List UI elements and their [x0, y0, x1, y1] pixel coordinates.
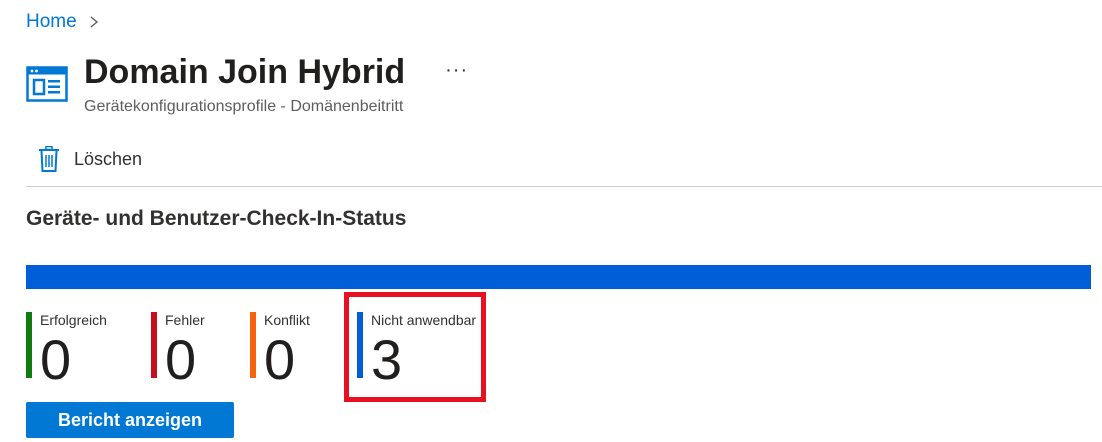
- page-subtitle: Gerätekonfigurationsprofile - Domänenbei…: [84, 98, 404, 115]
- stat-color-line: [250, 312, 256, 378]
- stat-value: 0: [40, 328, 72, 391]
- more-options-button[interactable]: ···: [445, 60, 468, 80]
- page-title: Domain Join Hybrid: [84, 53, 406, 91]
- stat-color-line: [151, 312, 157, 378]
- highlight-box: [344, 292, 486, 402]
- view-report-button[interactable]: Bericht anzeigen: [26, 402, 234, 438]
- stat-color-line: [26, 312, 32, 378]
- profile-window-icon: [26, 66, 68, 102]
- breadcrumb-home-link[interactable]: Home: [26, 11, 77, 33]
- checkin-status-bar: [26, 265, 1091, 289]
- stat-value: 0: [165, 328, 197, 391]
- breadcrumb: Home: [26, 11, 101, 33]
- section-title: Geräte- und Benutzer-Check-In-Status: [26, 207, 407, 230]
- delete-label: Löschen: [74, 148, 143, 169]
- trash-icon: [39, 146, 59, 172]
- page-header: Domain Join Hybrid ··· Gerätekonfigurati…: [26, 50, 468, 116]
- stat-label: Fehler: [165, 312, 205, 328]
- toolbar-divider: [26, 186, 1102, 187]
- delete-button[interactable]: Löschen: [38, 146, 142, 172]
- stat-label: Erfolgreich: [40, 312, 107, 328]
- stat-label: Konflikt: [264, 312, 310, 328]
- stat-value: 0: [264, 328, 296, 391]
- chevron-right-icon: [90, 16, 98, 28]
